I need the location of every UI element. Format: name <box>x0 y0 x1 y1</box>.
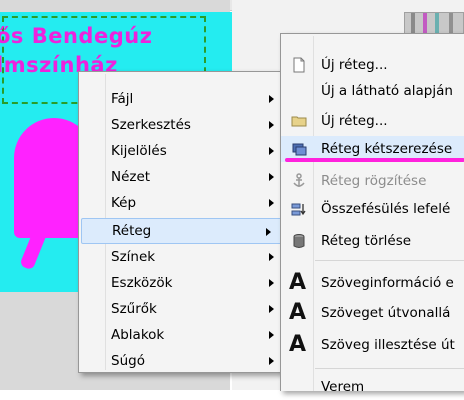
menu-item-reteg[interactable]: Réteg <box>81 218 286 244</box>
new-page-icon <box>293 57 305 73</box>
submenu-item-label: Szöveg illesztése út <box>321 337 455 353</box>
submenu-item-merge-down[interactable]: Összefésülés lefelé <box>281 196 464 222</box>
text-tool-icon: A <box>289 332 307 357</box>
submenu-arrow-icon <box>269 147 274 155</box>
submenu-item-label: Összefésülés lefelé <box>321 201 451 217</box>
submenu-arrow-icon <box>269 95 274 103</box>
folder-icon <box>291 116 307 127</box>
submenu-item-anchor-layer[interactable]: Réteg rögzítése <box>281 168 464 194</box>
submenu-item-new-layer[interactable]: Új réteg... <box>281 52 464 78</box>
submenu-arrow-icon <box>266 228 271 236</box>
menu-item-eszkozok[interactable]: Eszközök <box>79 270 288 296</box>
menu-item-label: Súgó <box>111 353 145 369</box>
menu-item-fajl[interactable]: Fájl <box>79 86 288 112</box>
submenu-arrow-icon <box>269 121 274 129</box>
submenu-item-text-to-path[interactable]: A Szöveget útvonallá <box>281 300 464 326</box>
menu-item-label: Szűrők <box>111 301 157 317</box>
submenu-arrow-icon <box>269 357 274 365</box>
submenu-arrow-icon <box>269 305 274 313</box>
menu-item-szinek[interactable]: Színek <box>79 244 288 270</box>
context-menu: Fájl Szerkesztés Kijelölés Nézet Kép Rét… <box>78 71 289 373</box>
menu-item-szerkesztes[interactable]: Szerkesztés <box>79 112 288 138</box>
menu-item-label: Nézet <box>111 169 151 185</box>
submenu-arrow-icon <box>269 279 274 287</box>
duplicate-layer-icon <box>292 143 307 156</box>
delete-layer-icon <box>293 234 305 248</box>
submenu-item-label: Új a látható alapján <box>321 83 453 99</box>
merge-down-icon <box>291 203 306 216</box>
menu-item-ablakok[interactable]: Ablakok <box>79 322 288 348</box>
submenu-arrow-icon <box>269 253 274 261</box>
anchor-icon <box>293 173 305 187</box>
menu-item-label: Kijelölés <box>111 143 167 159</box>
menu-item-label: Ablakok <box>111 327 165 343</box>
highlight-mark <box>285 158 464 162</box>
submenu-item-label: Új réteg... <box>321 57 388 73</box>
submenu-separator <box>315 260 464 261</box>
submenu-separator <box>315 368 464 369</box>
text-tool-icon: A <box>289 300 307 325</box>
menu-item-kep[interactable]: Kép <box>79 190 288 216</box>
submenu-item-stack[interactable]: Verem <box>281 374 464 400</box>
submenu-arrow-icon <box>269 199 274 207</box>
submenu-item-label: Új réteg... <box>321 113 388 129</box>
menu-item-label: Fájl <box>111 91 134 107</box>
menu-item-szurok[interactable]: Szűrők <box>79 296 288 322</box>
text-tool-icon: A <box>289 270 307 295</box>
submenu-item-label: Szöveget útvonallá <box>321 305 451 321</box>
menu-item-nezet[interactable]: Nézet <box>79 164 288 190</box>
submenu-item-new-layer-group[interactable]: Új réteg... <box>281 108 464 134</box>
menu-item-label: Kép <box>111 195 137 211</box>
menu-item-sugo[interactable]: Súgó <box>79 348 288 374</box>
submenu-item-delete-layer[interactable]: Réteg törlése <box>281 228 464 254</box>
submenu-item-label: Verem <box>321 379 365 395</box>
submenu-arrow-icon <box>269 173 274 181</box>
menu-item-label: Szerkesztés <box>111 117 191 133</box>
menu-item-kijeloles[interactable]: Kijelölés <box>79 138 288 164</box>
submenu-item-text-along-path[interactable]: A Szöveg illesztése út <box>281 332 464 358</box>
canvas-text-line1: ős Bendegúz <box>0 24 153 48</box>
submenu-item-new-from-visible[interactable]: Új a látható alapján <box>281 78 464 104</box>
menu-item-label: Színek <box>111 249 156 265</box>
menu-item-label: Eszközök <box>111 275 173 291</box>
submenu-item-text-info[interactable]: A Szöveginformáció e <box>281 270 464 296</box>
submenu-item-label: Réteg rögzítése <box>321 173 427 189</box>
menu-item-label: Réteg <box>112 223 152 239</box>
submenu-item-label: Réteg törlése <box>321 233 412 249</box>
layer-submenu: Új réteg... Új a látható alapján Új réte… <box>280 33 464 395</box>
submenu-arrow-icon <box>269 331 274 339</box>
submenu-item-label: Szöveginformáció e <box>321 275 454 291</box>
